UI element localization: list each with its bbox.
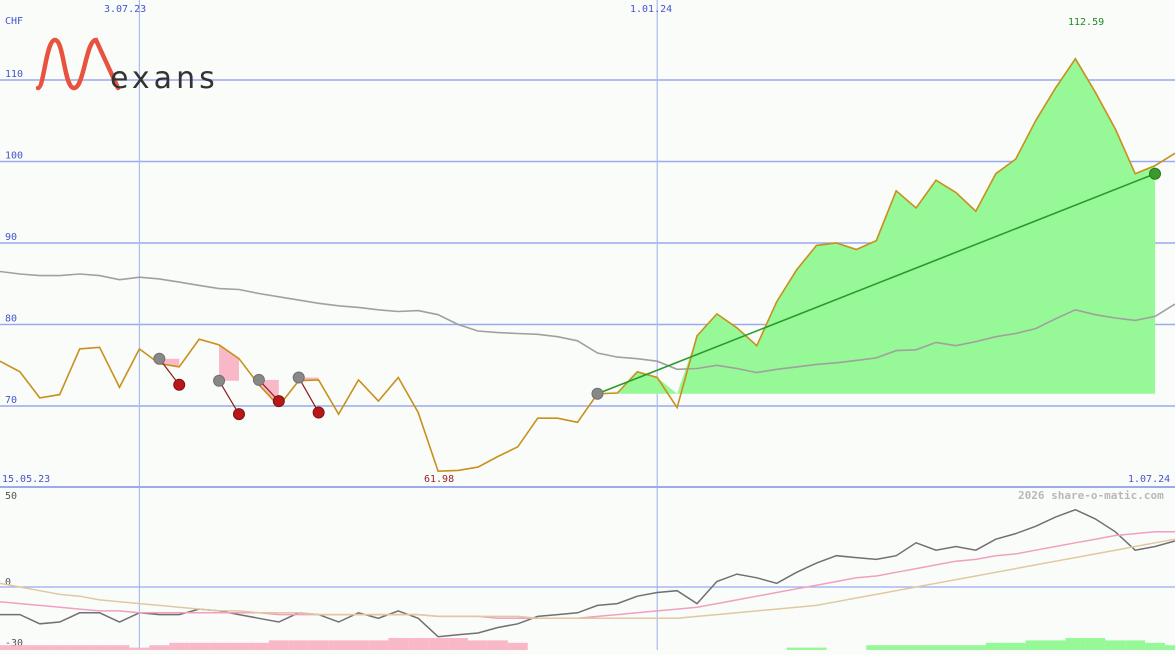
watermark: 2026 share-o-matic.com xyxy=(1018,489,1164,502)
ytick-label: 80 xyxy=(5,314,17,325)
date-label-jul23: 3.07.23 xyxy=(104,4,146,15)
buy-marker xyxy=(591,387,604,400)
histogram-bar xyxy=(388,638,409,650)
histogram-bar xyxy=(1165,645,1175,650)
currency-label: CHF xyxy=(5,16,23,27)
histogram-bar xyxy=(69,645,90,650)
date-label-jan24: 1.01.24 xyxy=(630,4,672,15)
histogram-bar xyxy=(268,640,289,650)
histogram-bar xyxy=(507,642,528,650)
sell-marker xyxy=(312,406,325,419)
histogram-bar xyxy=(468,640,488,650)
histogram-bar xyxy=(1045,640,1066,650)
stock-chart: 70 80 90 100 110 50 0 -30 CHF 3.07.23 1.01.24 1… xyxy=(0,0,1175,650)
histogram-bar xyxy=(428,638,449,650)
histogram-bar xyxy=(945,645,966,650)
histogram-bar xyxy=(328,640,349,650)
trade-line xyxy=(298,377,320,413)
histogram-bar xyxy=(288,640,309,650)
logo-wave-icon xyxy=(35,37,121,91)
histogram-bar xyxy=(985,642,1006,650)
lower-ytick-label: 0 xyxy=(5,577,11,588)
histogram-bar xyxy=(229,642,249,650)
histogram-bar xyxy=(965,645,986,650)
histogram-bar xyxy=(209,642,230,650)
logo-wordmark: exans xyxy=(110,61,219,96)
histogram-bar xyxy=(926,645,946,650)
histogram-bar xyxy=(1025,640,1046,650)
histogram-bar xyxy=(886,645,907,650)
buy-marker xyxy=(252,373,265,386)
histogram-bar xyxy=(348,640,369,650)
histogram-bar xyxy=(1105,640,1126,650)
ytick-label: 110 xyxy=(5,69,23,80)
buy-marker xyxy=(292,371,305,384)
histogram-bar xyxy=(149,645,170,650)
sell-marker xyxy=(1149,167,1161,180)
histogram-bar xyxy=(109,645,130,650)
histogram-bar xyxy=(1125,640,1146,650)
indicator-line-signal_tan xyxy=(0,538,1175,620)
histogram-bar xyxy=(368,640,389,650)
histogram-bar xyxy=(308,640,329,650)
histogram-bar xyxy=(89,645,110,650)
chart-canvas: 708090100110500-30 CHF 3.07.23 1.01.24 1… xyxy=(0,0,1175,650)
histogram-bar xyxy=(9,645,30,650)
sell-marker xyxy=(272,395,285,408)
nexans-logo: exans xyxy=(35,37,219,96)
histogram-bar xyxy=(49,645,70,650)
histogram-bar xyxy=(0,645,10,650)
ytick-label: 100 xyxy=(5,151,23,162)
ytick-label: 90 xyxy=(5,232,17,243)
low-value-label: 61.98 xyxy=(424,474,454,485)
indicator-panel xyxy=(0,508,1175,650)
gain-fill xyxy=(597,58,1156,394)
range-end-label: 1.07.24 xyxy=(1128,474,1170,485)
buy-marker xyxy=(213,374,226,387)
histogram-bar xyxy=(1005,642,1026,650)
histogram-bar xyxy=(866,645,887,650)
histogram-bar xyxy=(487,640,508,650)
histogram-bar xyxy=(906,645,927,650)
indicator-line-signal_pink xyxy=(0,531,1175,620)
ytick-label: 70 xyxy=(5,395,17,406)
histogram-bar xyxy=(169,642,190,650)
range-start-label: 15.05.23 xyxy=(2,474,50,485)
histogram-bar xyxy=(29,645,50,650)
sell-marker xyxy=(173,378,186,391)
histogram-bar xyxy=(448,638,469,650)
histogram-bar xyxy=(1145,642,1166,650)
high-value-label: 112.59 xyxy=(1068,17,1104,28)
buy-marker xyxy=(153,352,166,365)
loss-fill xyxy=(219,344,239,381)
sell-marker xyxy=(232,408,245,421)
histogram-bar xyxy=(1085,638,1106,650)
lower-ytick-label: 50 xyxy=(5,491,17,502)
histogram-bar xyxy=(189,642,210,650)
histogram-bar xyxy=(1065,638,1086,650)
histogram-bar xyxy=(408,638,429,650)
histogram-bar xyxy=(248,642,269,650)
